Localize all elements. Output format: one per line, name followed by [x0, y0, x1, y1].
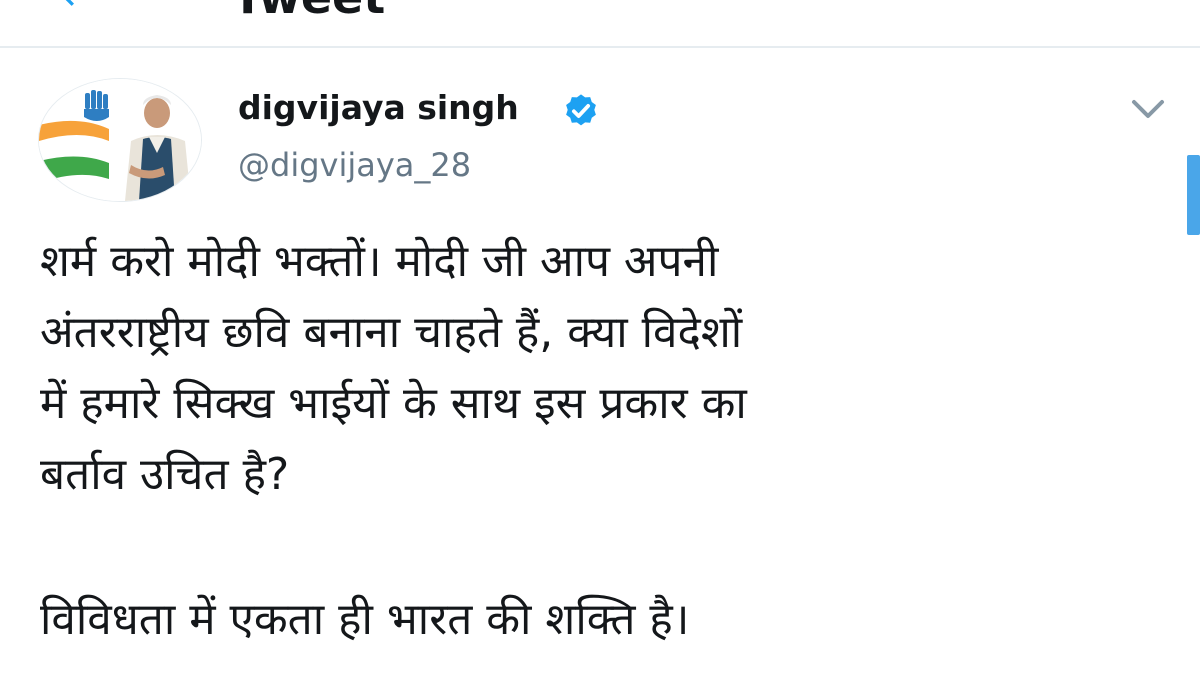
tweet-text: शर्म करो मोदी भक्तों। मोदी जी आप अपनी अं…: [40, 236, 747, 500]
page-title: Tweet: [232, 0, 385, 24]
scrollbar-thumb[interactable]: [1187, 155, 1200, 235]
author-display-name[interactable]: digvijaya singh: [238, 88, 519, 127]
avatar[interactable]: [38, 78, 202, 202]
top-bar: ← Tweet: [0, 0, 1200, 48]
chevron-down-icon[interactable]: [1128, 94, 1168, 124]
verified-badge-icon: [566, 94, 596, 126]
back-arrow-icon[interactable]: ←: [62, 0, 96, 20]
tweet-text-closing: विविधता में एकता ही भारत की शक्ति है।: [40, 594, 690, 645]
avatar-image: [39, 79, 201, 201]
author-handle[interactable]: @digvijaya_28: [238, 146, 471, 184]
